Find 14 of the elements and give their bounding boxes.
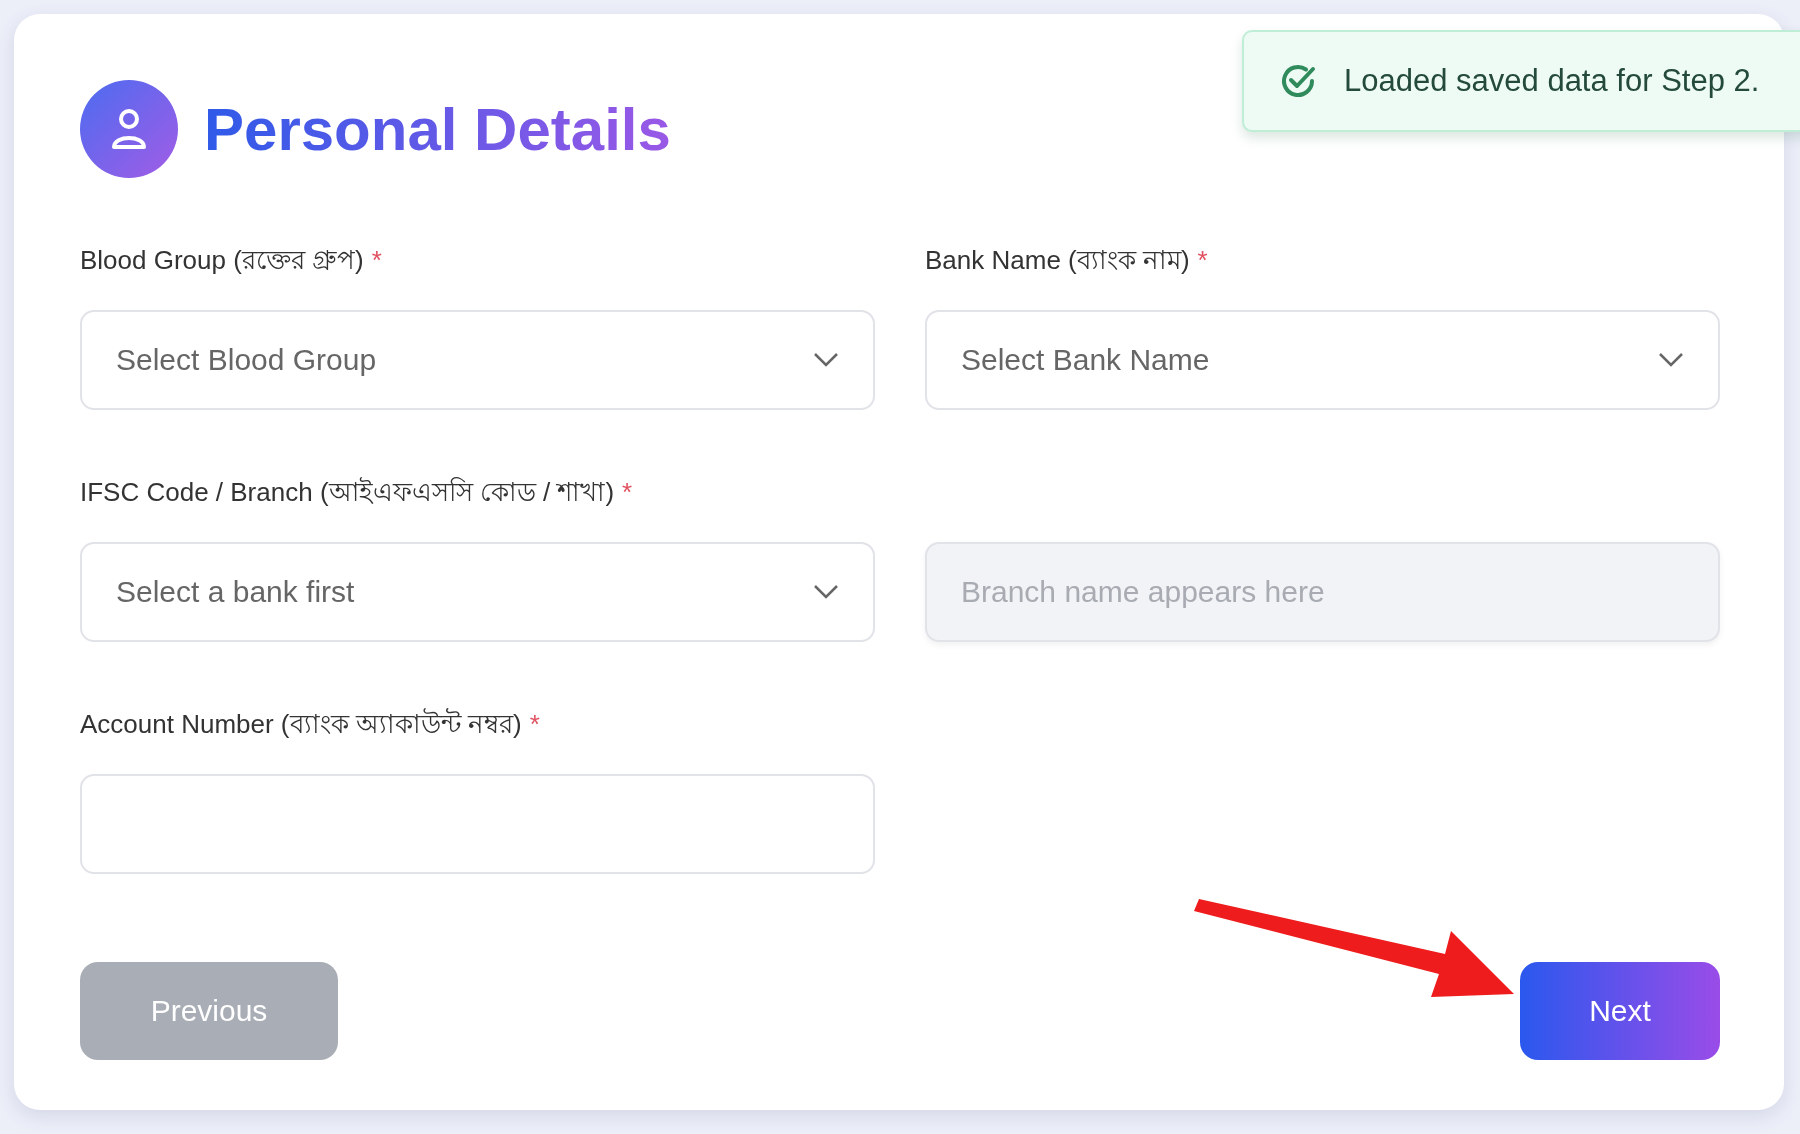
field-label: IFSC Code / Branch (আইএফএসসি কোড / শাখা) * bbox=[80, 476, 634, 509]
field-label: Bank Name (ব্যাংক নাম) * bbox=[925, 244, 1209, 277]
toast-message: Loaded saved data for Step 2. bbox=[1344, 63, 1760, 99]
select-dropdown[interactable]: Select a bank first bbox=[80, 542, 875, 642]
field-label: Blood Group (রক্তের গ্রুপ) * bbox=[80, 244, 383, 277]
select-dropdown[interactable]: Select Bank Name bbox=[925, 310, 1720, 410]
input-field[interactable] bbox=[80, 774, 875, 874]
next-button[interactable]: Next bbox=[1520, 962, 1720, 1060]
chevron-down-icon bbox=[813, 584, 839, 600]
select-dropdown[interactable]: Select Blood Group bbox=[80, 310, 875, 410]
field-label: Account Number (ব্যাংক অ্যাকাউন্ট নম্বর) * bbox=[80, 707, 541, 741]
chevron-down-icon bbox=[813, 352, 839, 368]
chevron-down-icon bbox=[1658, 352, 1684, 368]
branch-field: Branch name appears here bbox=[925, 542, 1720, 642]
